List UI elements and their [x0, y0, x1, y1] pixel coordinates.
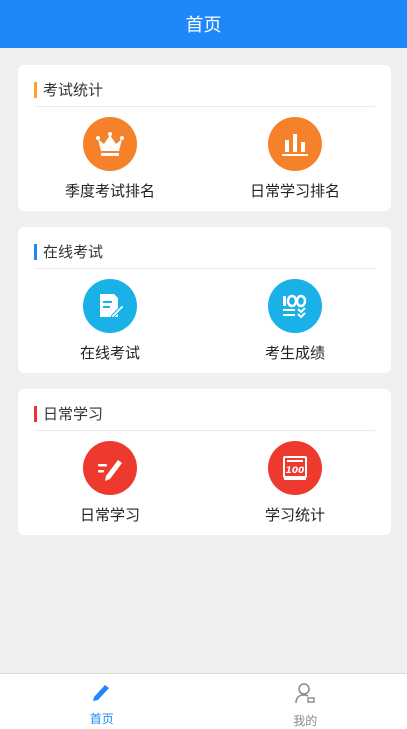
section-accent-bar [34, 405, 37, 422]
tab-mine[interactable]: 我的 [204, 674, 407, 729]
item-label: 在线考试 [79, 344, 140, 362]
section-header: 日常学习 [34, 403, 375, 431]
item-label: 季度考试排名 [64, 182, 155, 200]
exam-edit-icon [83, 279, 137, 333]
score-100-icon [268, 279, 322, 333]
item-label: 考生成绩 [264, 344, 325, 362]
daily-study-button[interactable]: 日常学习 [35, 441, 185, 527]
section-title: 在线考试 [43, 243, 104, 261]
exam-scores-button[interactable]: 考生成绩 [220, 279, 370, 365]
section-header: 考试统计 [34, 79, 375, 107]
item-label: 日常学习排名 [249, 182, 340, 200]
tab-label: 首页 [89, 712, 114, 726]
top-nav-bar: 首页 [0, 0, 407, 48]
pencil-icon [83, 441, 137, 495]
section-exam-stats: 考试统计 季度考试排名 日常学习排名 [18, 65, 391, 211]
section-online-exam: 在线考试 在线考试 考生成绩 [18, 227, 391, 373]
bottom-tab-bar: 首页 我的 [0, 673, 407, 729]
section-title: 考试统计 [43, 81, 104, 99]
item-label: 日常学习 [79, 506, 140, 524]
stats-100-icon: 100 [268, 441, 322, 495]
section-header: 在线考试 [34, 241, 375, 269]
crown-icon [83, 117, 137, 171]
quarterly-exam-ranking-button[interactable]: 季度考试排名 [35, 117, 185, 203]
app-screen: 首页 考试统计 季度考试排名 日常学习排名 在线考试 在线考试 考生成绩 日常学… [0, 0, 407, 729]
section-accent-bar [34, 243, 37, 260]
item-label: 学习统计 [264, 506, 325, 524]
page-title: 首页 [185, 15, 222, 36]
pencil-tab-icon [91, 682, 113, 706]
tab-label: 我的 [293, 714, 318, 728]
section-daily-study: 日常学习 日常学习 100 学习统计 [18, 389, 391, 535]
user-icon [294, 682, 316, 708]
study-statistics-button[interactable]: 100 学习统计 [220, 441, 370, 527]
daily-study-ranking-button[interactable]: 日常学习排名 [220, 117, 370, 203]
tab-home[interactable]: 首页 [0, 674, 204, 729]
section-title: 日常学习 [43, 405, 104, 423]
svg-text:100: 100 [286, 466, 305, 476]
bar-chart-icon [268, 117, 322, 171]
section-accent-bar [34, 81, 37, 98]
online-exam-button[interactable]: 在线考试 [35, 279, 185, 365]
